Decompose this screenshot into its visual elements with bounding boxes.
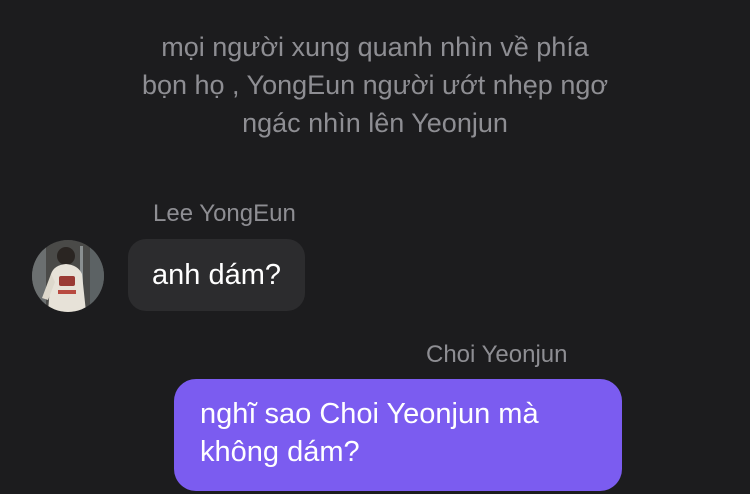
message-line: không dám? bbox=[200, 436, 360, 468]
sender-name-lee-yongeun: Lee YongEun bbox=[153, 200, 296, 227]
avatar-photo bbox=[32, 240, 104, 312]
sender-name-choi-yeonjun: Choi Yeonjun bbox=[426, 341, 568, 368]
narration-line: mọi người xung quanh nhìn về phía bbox=[161, 32, 589, 62]
avatar[interactable] bbox=[32, 240, 104, 312]
message-bubble-incoming: anh dám? bbox=[128, 239, 305, 311]
message-bubble-outgoing: nghĩ sao Choi Yeonjun mà không dám? bbox=[174, 379, 622, 491]
message-line: nghĩ sao Choi Yeonjun mà bbox=[200, 398, 539, 430]
narration-text: mọi người xung quanh nhìn về phía bọn họ… bbox=[75, 28, 675, 142]
narration-line: ngác nhìn lên Yeonjun bbox=[242, 108, 508, 138]
narration-line: bọn họ , YongEun người ướt nhẹp ngơ bbox=[141, 70, 609, 100]
